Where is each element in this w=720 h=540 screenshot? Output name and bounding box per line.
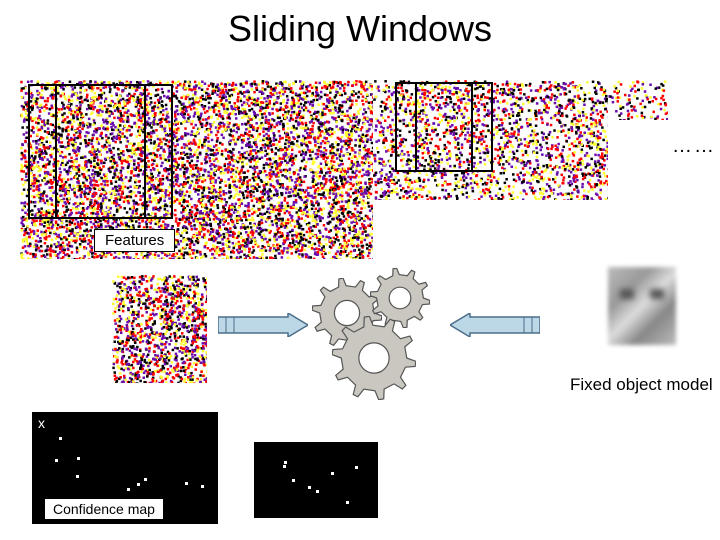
gear-icon [332,316,416,400]
ellipsis: …… [672,135,716,158]
sliding-window-1b [55,84,173,219]
confidence-map-2 [254,442,378,518]
arrow-right [450,313,540,337]
confidence-map-label: Confidence map [44,498,164,520]
features-label: Features [94,229,175,252]
features-crop [112,275,207,383]
gears-cluster [300,268,460,398]
sliding-window-2b [415,82,493,172]
page-title: Sliding Windows [0,8,720,50]
face-image [608,267,676,345]
fixed-model-label: Fixed object model [570,375,713,395]
x-marker: x [38,415,45,431]
noise-panel-small [608,80,668,120]
arrow-left [218,313,308,337]
